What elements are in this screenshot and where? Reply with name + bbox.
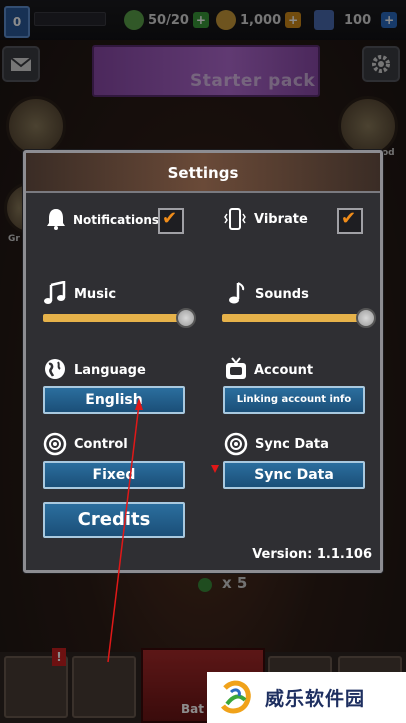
sounds-slider-thumb[interactable] [356, 308, 376, 328]
site-watermark: 威乐软件园 [207, 672, 406, 723]
vibrate-checkbox[interactable]: ✔ [337, 208, 363, 234]
notifications-label: Notifications [73, 213, 160, 227]
checkmark-icon: ✔ [341, 208, 357, 229]
music-note-icon [43, 280, 67, 305]
language-label: Language [74, 363, 146, 378]
control-crosshair-icon [43, 432, 67, 456]
settings-title: Settings [167, 164, 239, 182]
vibrate-label: Vibrate [254, 212, 308, 227]
sound-note-icon [226, 281, 250, 305]
music-slider-thumb[interactable] [176, 308, 196, 328]
control-button[interactable]: Fixed [43, 461, 185, 489]
watermark-logo-icon [221, 680, 251, 713]
bell-icon [44, 207, 68, 231]
music-slider-track[interactable] [43, 314, 191, 322]
watermark-text: 威乐软件园 [265, 688, 366, 710]
sounds-slider-track[interactable] [222, 314, 370, 322]
linking-account-button[interactable]: Linking account info [223, 386, 365, 414]
sync-data-button[interactable]: Sync Data [223, 461, 365, 489]
tv-account-icon [224, 357, 248, 381]
globe-icon [43, 357, 67, 381]
music-label: Music [74, 287, 117, 302]
language-button[interactable]: English [43, 386, 185, 414]
control-label: Control [74, 437, 128, 452]
vibrate-icon [223, 207, 247, 231]
sounds-label: Sounds [255, 287, 309, 302]
sync-crosshair-icon [224, 432, 248, 456]
credits-button[interactable]: Credits [43, 502, 185, 538]
sync-label: Sync Data [255, 437, 329, 452]
account-label: Account [254, 363, 314, 378]
notifications-checkbox[interactable]: ✔ [158, 208, 184, 234]
version-text: Version: 1.1.106 [252, 547, 372, 562]
checkmark-icon: ✔ [162, 208, 178, 229]
settings-dialog: Settings Notifications ✔ Vibrate ✔ Music [23, 150, 383, 573]
